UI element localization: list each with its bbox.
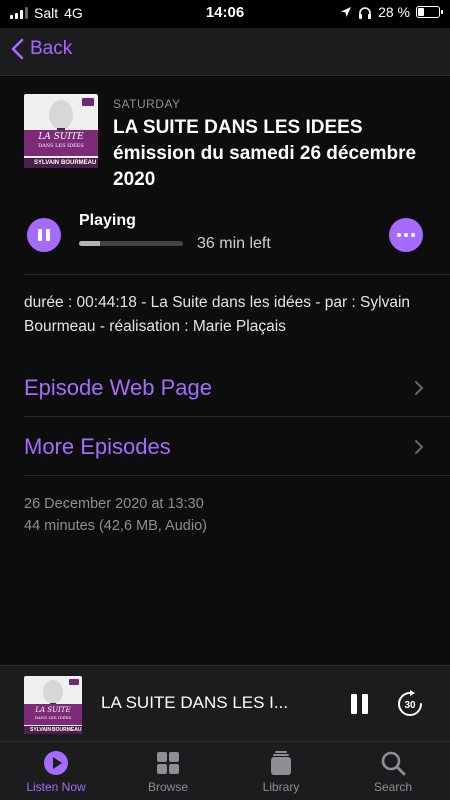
artwork-band: LA SUITE DANS LES IDÉES — [24, 704, 82, 725]
time-left: 36 min left — [197, 235, 271, 252]
episode-artwork: LA SUITE DANS LES IDÉES SYLVAIN BOURMEAU — [24, 94, 98, 168]
divider — [24, 475, 450, 476]
more-options-button[interactable] — [389, 218, 423, 252]
link-label: More Episodes — [24, 434, 171, 459]
artwork-bulb-head — [43, 680, 63, 704]
artwork-subtitle: DANS LES IDÉES — [38, 143, 84, 149]
mini-player-title: LA SUITE DANS LES I... — [101, 693, 289, 712]
link-label: Episode Web Page — [24, 375, 212, 400]
artwork-host-first: SYLVAIN — [30, 727, 51, 733]
stack-icon — [271, 751, 291, 775]
artwork-host-band: SYLVAIN BOURMEAU — [24, 726, 82, 734]
artwork-brand-logo — [82, 98, 94, 106]
mini-player[interactable]: LA SUITE DANS LES IDÉES SYLVAIN BOURMEAU… — [0, 665, 450, 741]
tab-browse[interactable]: Browse — [112, 742, 224, 800]
artwork-host-last: BOURMEAU — [52, 727, 82, 733]
status-bar: Salt 4G 14:06 28 % — [0, 0, 450, 26]
tab-search[interactable]: Search — [337, 742, 449, 800]
location-arrow-icon — [341, 7, 352, 17]
playback-progress[interactable] — [79, 241, 183, 246]
tab-label: Listen Now — [26, 780, 86, 794]
artwork-host-band: SYLVAIN BOURMEAU — [24, 158, 98, 168]
mini-player-artwork: LA SUITE DANS LES IDÉES SYLVAIN BOURMEAU — [24, 676, 82, 734]
play-circle-icon — [44, 751, 68, 775]
mini-pause-button[interactable] — [351, 694, 369, 714]
chevron-left-icon — [11, 38, 24, 60]
episode-detail: LA SUITE DANS LES IDÉES SYLVAIN BOURMEAU… — [0, 77, 450, 665]
navigation-bar: Back — [0, 28, 450, 76]
artwork-host-last: BOURMEAU — [61, 160, 97, 166]
skip-forward-30-icon[interactable]: 30 — [396, 690, 424, 718]
pause-button[interactable] — [27, 218, 61, 252]
search-icon — [381, 751, 406, 776]
headphones-icon — [359, 6, 372, 19]
back-button[interactable]: Back — [10, 38, 72, 60]
more-episodes-link[interactable]: More Episodes — [24, 418, 450, 476]
artwork-show: LA SUITE — [38, 132, 84, 142]
chevron-right-icon — [415, 440, 424, 454]
tab-label: Browse — [147, 780, 188, 794]
artwork-show: LA SUITE — [35, 706, 71, 714]
chevron-right-icon — [415, 381, 424, 395]
grid-icon — [157, 752, 179, 774]
tab-library[interactable]: Library — [225, 742, 337, 800]
status-right: 28 % — [340, 4, 443, 20]
skip-label: 30 — [404, 700, 416, 711]
artwork-band: LA SUITE DANS LES IDÉES — [24, 130, 98, 156]
artwork-bulb-head — [49, 100, 73, 130]
divider — [24, 274, 450, 275]
divider — [24, 416, 450, 417]
tab-bar: Listen Now Browse Library Search — [0, 741, 450, 800]
tab-label: Library — [262, 780, 300, 794]
episode-web-page-link[interactable]: Episode Web Page — [24, 359, 450, 417]
artwork-brand-logo — [69, 679, 79, 685]
episode-title: LA SUITE DANS LES IDEES émission du same… — [113, 117, 417, 190]
battery-icon — [416, 6, 443, 18]
tab-listen-now[interactable]: Listen Now — [0, 742, 112, 800]
playback-status: Playing — [79, 212, 136, 229]
episode-description: durée : 00:44:18 - La Suite dans les idé… — [24, 294, 411, 335]
episode-details: 44 minutes (42,6 MB, Audio) — [24, 518, 207, 534]
episode-day: SATURDAY — [113, 97, 181, 111]
artwork-subtitle: DANS LES IDÉES — [34, 715, 72, 720]
artwork-host-first: SYLVAIN — [34, 160, 60, 166]
back-label: Back — [30, 38, 73, 59]
battery-percent: 28 % — [378, 4, 410, 20]
episode-date: 26 December 2020 at 13:30 — [24, 496, 204, 512]
tab-label: Search — [373, 780, 413, 794]
